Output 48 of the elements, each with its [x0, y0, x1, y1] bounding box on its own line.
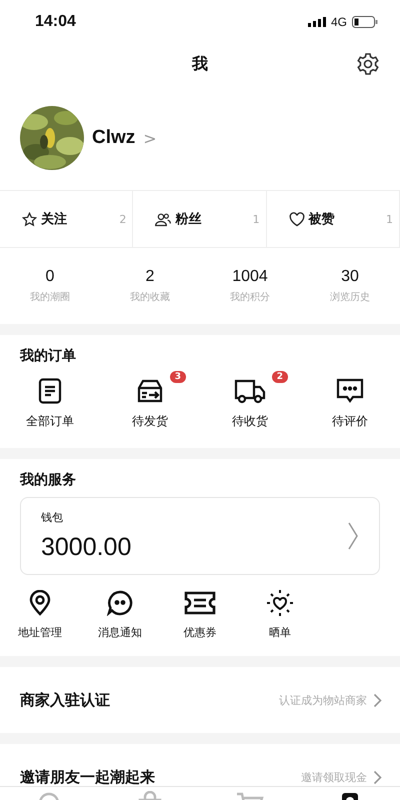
chat-bubble-icon: [107, 590, 133, 616]
comment-icon: [336, 378, 364, 404]
chevron-icon: [373, 770, 382, 784]
social-tab[interactable]: 关注 2: [0, 191, 134, 247]
wallet-label: 钱包: [41, 510, 64, 525]
stat-item[interactable]: 0 我的潮圈: [0, 268, 100, 304]
signal-icon: [308, 17, 326, 27]
location-pin-icon: [29, 590, 51, 616]
network-type: 4G: [330, 15, 347, 29]
document-icon: [38, 378, 62, 404]
wallet-card[interactable]: 钱包 3000.00: [20, 497, 380, 575]
battery-icon: [352, 16, 378, 28]
user-name[interactable]: Clwz: [92, 127, 136, 149]
list-row[interactable]: 商家入驻认证 认证成为物站商家: [0, 667, 400, 733]
chevron-icon: [373, 692, 382, 708]
page-title: 我: [192, 54, 208, 74]
settings-icon[interactable]: [356, 52, 380, 76]
section-title: 我的订单: [18, 347, 77, 365]
order-status-item[interactable]: 全部订单: [0, 375, 100, 430]
service-item[interactable]: 消息通知: [80, 587, 160, 640]
people-icon: [155, 212, 172, 226]
social-tab[interactable]: 粉丝 1: [133, 191, 267, 247]
wallet-amount: 3000.00: [41, 533, 132, 562]
list-row[interactable]: 邀请朋友一起潮起来 邀请领取现金: [0, 744, 400, 800]
stat-item[interactable]: 2 我的收藏: [100, 268, 200, 304]
stat-item[interactable]: 1004 我的积分: [200, 268, 300, 304]
count-badge: 3: [170, 371, 186, 383]
box-icon: [136, 379, 164, 403]
service-item[interactable]: 晒单: [240, 587, 320, 640]
stat-item[interactable]: 30 浏览历史: [300, 268, 400, 304]
sun-heart-icon: [266, 589, 294, 617]
chevron-icon: >: [143, 128, 157, 148]
star-icon: [22, 212, 37, 226]
row-hint: 邀请领取现金: [301, 770, 367, 784]
truck-icon: [234, 378, 266, 404]
section-title: 我的服务: [18, 471, 77, 489]
row-hint: 认证成为物站商家: [279, 692, 367, 708]
coupon-icon: [183, 591, 217, 615]
order-status-item[interactable]: 待评价: [300, 375, 400, 430]
heart-icon: [288, 212, 305, 226]
row-title: 邀请朋友一起潮起来: [20, 768, 156, 786]
row-title: 商家入驻认证: [20, 690, 111, 710]
social-tab[interactable]: 被赞 1: [266, 191, 400, 247]
count-badge: 2: [272, 371, 288, 383]
status-time: 14:04: [35, 13, 76, 31]
chevron-icon: [347, 521, 359, 551]
service-item[interactable]: 优惠券: [160, 587, 240, 640]
service-item[interactable]: 地址管理: [0, 587, 80, 640]
